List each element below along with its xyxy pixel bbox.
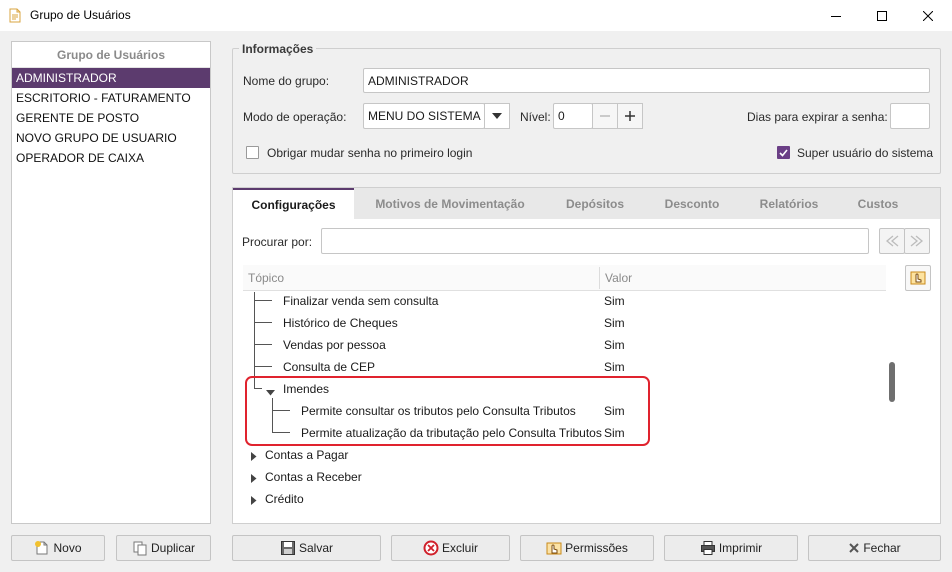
- tree-row-label[interactable]: Crédito: [265, 492, 304, 506]
- tree-row-value[interactable]: Sim: [604, 316, 625, 330]
- tree-row-value[interactable]: Sim: [604, 360, 625, 374]
- window-title: Grupo de Usuários: [30, 8, 131, 22]
- delete-icon: [423, 540, 439, 556]
- close-x-icon: [849, 543, 860, 553]
- list-item[interactable]: ESCRITORIO - FATURAMENTO: [12, 88, 210, 108]
- modo-dropdown-button[interactable]: [484, 103, 510, 129]
- search-next-icon: [910, 235, 924, 247]
- tree-row-value[interactable]: Sim: [604, 338, 625, 352]
- tree-line: [254, 366, 272, 367]
- expand-right-icon[interactable]: [251, 450, 257, 464]
- tree-header: [243, 265, 886, 291]
- tab-desconto[interactable]: Desconto: [648, 188, 736, 219]
- search-previous-button[interactable]: [879, 228, 905, 254]
- list-item[interactable]: ADMINISTRADOR: [12, 68, 210, 88]
- permissions-icon: [546, 542, 562, 555]
- save-icon: [280, 541, 295, 555]
- list-item[interactable]: OPERADOR DE CAIXA: [12, 148, 210, 168]
- super-usuario-label: Super usuário do sistema: [797, 146, 934, 160]
- search-previous-icon: [885, 235, 899, 247]
- user-group-list: Grupo de Usuários ADMINISTRADOR ESCRITOR…: [11, 41, 211, 524]
- duplicar-button[interactable]: Duplicar: [116, 535, 211, 561]
- printer-icon: [700, 541, 715, 555]
- tree-line: [254, 292, 255, 388]
- obrigar-label: Obrigar mudar senha no primeiro login: [267, 146, 473, 160]
- minimize-button[interactable]: [813, 0, 859, 31]
- imprimir-button[interactable]: Imprimir: [664, 535, 798, 561]
- tab-custos[interactable]: Custos: [840, 188, 916, 219]
- tree-row-label[interactable]: Consulta de CEP: [283, 360, 375, 374]
- close-button[interactable]: [905, 0, 951, 31]
- nivel-label: Nível:: [520, 110, 551, 124]
- hand-pointer-icon: [910, 271, 926, 285]
- tab-motivos[interactable]: Motivos de Movimentação: [360, 188, 540, 219]
- list-item[interactable]: GERENTE DE POSTO: [12, 108, 210, 128]
- modo-label: Modo de operação:: [243, 110, 347, 124]
- close-icon: [923, 10, 933, 21]
- minimize-icon: [831, 15, 841, 17]
- col-topico-header[interactable]: Tópico: [248, 265, 284, 291]
- column-divider: [599, 267, 600, 289]
- fechar-button[interactable]: Fechar: [808, 535, 941, 561]
- duplicate-icon: [133, 541, 147, 556]
- tree-row-label[interactable]: Finalizar venda sem consulta: [283, 294, 438, 308]
- obrigar-checkbox[interactable]: [246, 146, 259, 159]
- maximize-button[interactable]: [859, 0, 905, 31]
- highlight-annotation: [245, 376, 650, 446]
- vertical-scrollbar[interactable]: [887, 292, 897, 514]
- user-group-list-header: Grupo de Usuários: [12, 42, 210, 68]
- nome-label: Nome do grupo:: [243, 74, 330, 88]
- expand-right-icon[interactable]: [251, 472, 257, 486]
- tab-relatorios[interactable]: Relatórios: [744, 188, 834, 219]
- dias-field[interactable]: [890, 103, 930, 129]
- nome-field[interactable]: ADMINISTRADOR: [363, 68, 930, 93]
- procurar-label: Procurar por:: [242, 235, 313, 249]
- nivel-field[interactable]: 0: [553, 103, 593, 129]
- modo-select[interactable]: MENU DO SISTEMA: [363, 103, 485, 129]
- tree-row-label[interactable]: Vendas por pessoa: [283, 338, 386, 352]
- search-next-button[interactable]: [904, 228, 930, 254]
- search-input[interactable]: [321, 228, 869, 254]
- tree-line: [254, 300, 272, 301]
- col-valor-header[interactable]: Valor: [605, 265, 632, 291]
- super-usuario-checkbox[interactable]: [777, 146, 790, 159]
- nivel-decrement-button[interactable]: [592, 103, 618, 129]
- tree-row-label[interactable]: Histórico de Cheques: [283, 316, 398, 330]
- scrollbar-thumb[interactable]: [889, 362, 895, 402]
- tree-line: [254, 322, 272, 323]
- document-icon: [9, 8, 21, 23]
- info-group-title: Informações: [239, 42, 317, 56]
- tree-action-button[interactable]: [905, 265, 931, 291]
- dias-label: Dias para expirar a senha:: [747, 110, 888, 124]
- tree-line: [254, 344, 272, 345]
- novo-button[interactable]: Novo: [11, 535, 105, 561]
- chevron-down-icon: [492, 113, 502, 119]
- list-item[interactable]: NOVO GRUPO DE USUARIO: [12, 128, 210, 148]
- salvar-button[interactable]: Salvar: [232, 535, 381, 561]
- permissoes-button[interactable]: Permissões: [520, 535, 654, 561]
- tab-depositos[interactable]: Depósitos: [550, 188, 640, 219]
- maximize-icon: [877, 10, 887, 21]
- new-document-icon: [35, 541, 48, 555]
- checkmark-icon: [779, 148, 788, 157]
- tab-configuracoes[interactable]: Configurações: [233, 188, 354, 219]
- tree-row-label[interactable]: Contas a Pagar: [265, 448, 348, 462]
- nivel-increment-button[interactable]: [617, 103, 643, 129]
- tree-row-value[interactable]: Sim: [604, 294, 625, 308]
- tree-row-label[interactable]: Contas a Receber: [265, 470, 362, 484]
- minus-icon: [600, 115, 610, 117]
- plus-icon: [625, 111, 635, 121]
- excluir-button[interactable]: Excluir: [391, 535, 510, 561]
- expand-right-icon[interactable]: [251, 494, 257, 508]
- title-bar: [0, 0, 952, 31]
